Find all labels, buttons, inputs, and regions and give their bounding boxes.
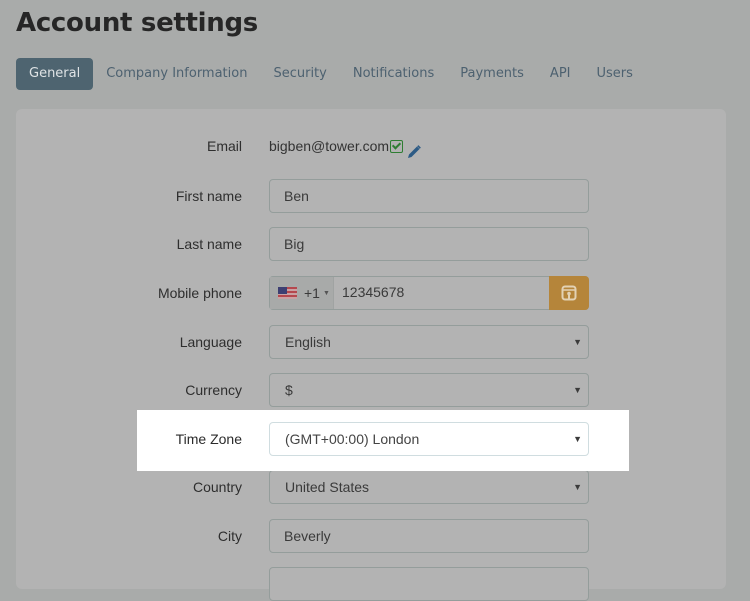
time-zone-select[interactable]: (GMT+00:00) London ▼ [269, 422, 589, 456]
verify-phone-button[interactable] [549, 276, 589, 310]
phone-number-value: 12345678 [342, 284, 405, 300]
first-name-input[interactable]: Ben [269, 179, 589, 213]
country-code-dropdown[interactable]: +1 ▼ [270, 277, 334, 309]
page-title: Account settings [16, 8, 258, 38]
email-label: Email [206, 138, 242, 154]
time-zone-highlight: Time Zone (GMT+00:00) London ▼ [137, 410, 629, 471]
last-name-label: Last name [176, 236, 242, 252]
currency-value: $ [285, 382, 293, 398]
country-value: United States [285, 479, 370, 495]
tab-security[interactable]: Security [260, 58, 339, 90]
city-row: City Beverly [16, 519, 726, 553]
chevron-down-icon: ▼ [573, 482, 582, 492]
last-name-input[interactable]: Big [269, 227, 589, 261]
last-name-row: Last name Big [16, 227, 726, 261]
mobile-phone-label: Mobile phone [157, 285, 242, 301]
dial-code: +1 [304, 285, 320, 301]
last-name-value: Big [284, 236, 305, 252]
tab-company-information[interactable]: Company Information [93, 58, 260, 90]
tab-payments[interactable]: Payments [447, 58, 537, 90]
first-name-value: Ben [284, 188, 309, 204]
time-zone-value: (GMT+00:00) London [285, 431, 420, 447]
verify-phone-icon [561, 285, 577, 301]
first-name-label: First name [175, 188, 242, 204]
next-row [16, 567, 726, 601]
country-select[interactable]: United States ▼ [269, 470, 589, 504]
chevron-down-icon: ▼ [322, 289, 330, 297]
first-name-row: First name Ben [16, 179, 726, 213]
mobile-phone-row: Mobile phone +1 ▼ 12345678 [16, 276, 726, 310]
chevron-down-icon: ▼ [573, 434, 582, 444]
us-flag-icon [278, 287, 297, 299]
email-row: Email bigben@tower.com [16, 129, 726, 163]
tab-api[interactable]: API [537, 58, 584, 90]
language-select[interactable]: English ▼ [269, 325, 589, 359]
city-label: City [217, 528, 242, 544]
tab-users[interactable]: Users [584, 58, 646, 90]
email-value: bigben@tower.com [269, 138, 390, 154]
currency-row: Currency $ ▼ [16, 373, 726, 407]
language-row: Language English ▼ [16, 325, 726, 359]
next-input[interactable] [269, 567, 589, 601]
pencil-icon[interactable] [406, 138, 422, 158]
settings-card: Email bigben@tower.com First name Ben La… [16, 109, 726, 601]
verified-check-icon [390, 139, 404, 153]
tab-notifications[interactable]: Notifications [340, 58, 447, 90]
currency-label: Currency [185, 382, 242, 398]
country-row: Country United States ▼ [16, 470, 726, 504]
tab-general[interactable]: General [16, 58, 94, 90]
chevron-down-icon: ▼ [573, 337, 582, 347]
city-input[interactable]: Beverly [269, 519, 589, 553]
city-value: Beverly [284, 528, 331, 544]
language-label: Language [179, 334, 242, 350]
mobile-phone-input[interactable]: +1 ▼ 12345678 [269, 276, 589, 310]
email-display: bigben@tower.com [269, 129, 422, 163]
time-zone-label: Time Zone [175, 431, 242, 447]
language-value: English [285, 334, 331, 350]
currency-select[interactable]: $ ▼ [269, 373, 589, 407]
country-label: Country [192, 479, 242, 495]
settings-tabs: General Company Information Security Not… [16, 58, 646, 90]
chevron-down-icon: ▼ [573, 385, 582, 395]
